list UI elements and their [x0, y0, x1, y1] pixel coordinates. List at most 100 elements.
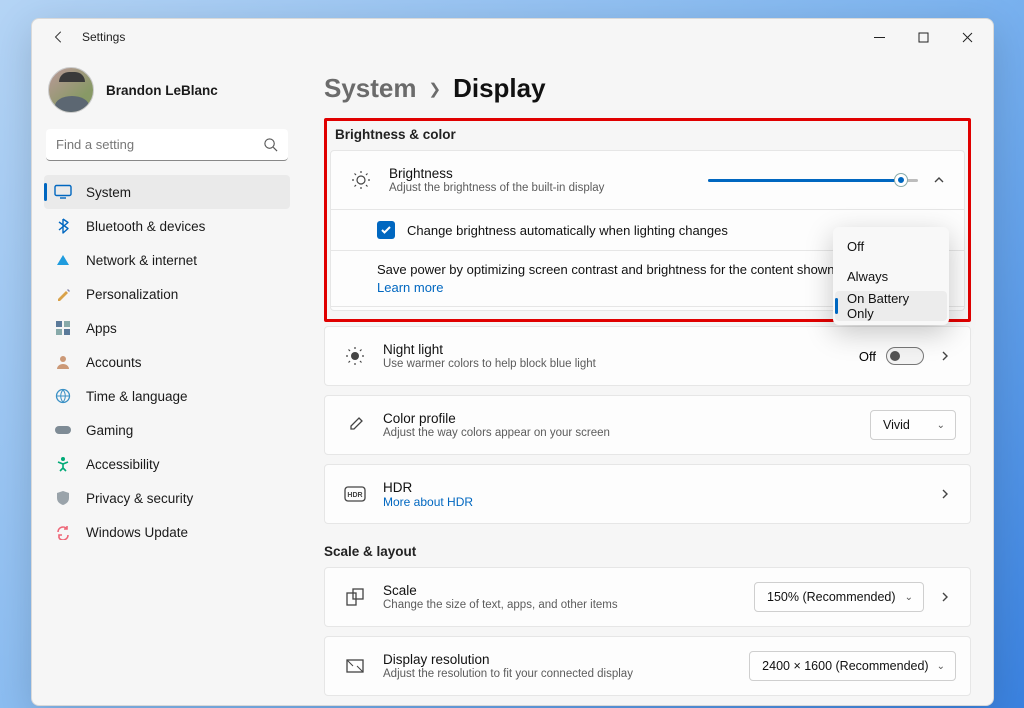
- nav: System Bluetooth & devices Network & int…: [44, 175, 290, 549]
- auto-brightness-label: Change brightness automatically when lig…: [407, 223, 728, 238]
- scale-icon: [341, 587, 369, 607]
- nav-bluetooth[interactable]: Bluetooth & devices: [44, 209, 290, 243]
- hdr-card[interactable]: HDR HDR More about HDR: [324, 464, 971, 524]
- nav-label: Network & internet: [86, 253, 197, 268]
- nav-accessibility[interactable]: Accessibility: [44, 447, 290, 481]
- scale-title: Scale: [383, 583, 740, 598]
- night-light-icon: [341, 345, 369, 367]
- minimize-button[interactable]: [857, 19, 901, 55]
- brightness-title: Brightness: [389, 166, 694, 181]
- apps-icon: [54, 319, 72, 337]
- night-light-title: Night light: [383, 342, 845, 357]
- dropdown-option-off[interactable]: Off: [835, 231, 947, 261]
- breadcrumb-current: Display: [453, 73, 546, 104]
- chevron-down-icon: ⌄: [905, 592, 913, 603]
- nav-update[interactable]: Windows Update: [44, 515, 290, 549]
- night-light-value: Off: [859, 349, 876, 364]
- chevron-down-icon: ⌄: [937, 420, 945, 431]
- back-button[interactable]: [46, 24, 72, 50]
- nav-accounts[interactable]: Accounts: [44, 345, 290, 379]
- color-profile-select[interactable]: Vivid⌄: [870, 410, 956, 440]
- content-adaptive-dropdown: Off Always On Battery Only: [833, 227, 949, 325]
- brightness-slider[interactable]: [708, 171, 918, 189]
- search-icon: [263, 137, 278, 157]
- globe-icon: [54, 387, 72, 405]
- update-icon: [54, 523, 72, 541]
- collapse-button[interactable]: [928, 169, 950, 191]
- hdr-icon: HDR: [341, 486, 369, 502]
- resolution-select[interactable]: 2400 × 1600 (Recommended)⌄: [749, 651, 956, 681]
- nav-label: Gaming: [86, 423, 133, 438]
- network-icon: [54, 251, 72, 269]
- gaming-icon: [54, 421, 72, 439]
- sidebar: Brandon LeBlanc System Bluetooth & devic…: [32, 55, 300, 705]
- nav-apps[interactable]: Apps: [44, 311, 290, 345]
- accounts-icon: [54, 353, 72, 371]
- user-block[interactable]: Brandon LeBlanc: [44, 61, 290, 129]
- avatar: [48, 67, 94, 113]
- close-button[interactable]: [945, 19, 989, 55]
- dropdown-option-always[interactable]: Always: [835, 261, 947, 291]
- content-adaptive-label: Save power by optimizing screen contrast…: [377, 262, 834, 277]
- nav-gaming[interactable]: Gaming: [44, 413, 290, 447]
- search-wrapper: [46, 129, 288, 161]
- eyedropper-icon: [341, 415, 369, 435]
- nav-label: Windows Update: [86, 525, 188, 540]
- content: System ❯ Display Brightness & color Brig…: [300, 55, 993, 705]
- color-profile-desc: Adjust the way colors appear on your scr…: [383, 427, 856, 439]
- app-title: Settings: [82, 30, 125, 44]
- maximize-button[interactable]: [901, 19, 945, 55]
- scale-select[interactable]: 150% (Recommended)⌄: [754, 582, 924, 612]
- nav-time[interactable]: Time & language: [44, 379, 290, 413]
- scale-desc: Change the size of text, apps, and other…: [383, 599, 740, 611]
- night-light-desc: Use warmer colors to help block blue lig…: [383, 358, 845, 370]
- svg-text:HDR: HDR: [347, 492, 362, 499]
- nav-system[interactable]: System: [44, 175, 290, 209]
- chevron-right-icon: ❯: [429, 80, 442, 98]
- resolution-icon: [341, 656, 369, 676]
- shield-icon: [54, 489, 72, 507]
- nav-label: Time & language: [86, 389, 188, 404]
- chevron-down-icon: ⌄: [937, 661, 945, 672]
- nav-privacy[interactable]: Privacy & security: [44, 481, 290, 515]
- color-profile-card[interactable]: Color profile Adjust the way colors appe…: [324, 395, 971, 455]
- search-input[interactable]: [46, 129, 288, 161]
- breadcrumb: System ❯ Display: [324, 73, 971, 104]
- auto-brightness-checkbox[interactable]: [377, 221, 395, 239]
- learn-more-link[interactable]: Learn more: [377, 280, 443, 295]
- nav-label: Accounts: [86, 355, 142, 370]
- scale-card[interactable]: Scale Change the size of text, apps, and…: [324, 567, 971, 627]
- hdr-title: HDR: [383, 480, 920, 495]
- section-scale-heading: Scale & layout: [324, 544, 971, 559]
- brightness-desc: Adjust the brightness of the built-in di…: [389, 182, 694, 194]
- nav-label: Accessibility: [86, 457, 160, 472]
- resolution-title: Display resolution: [383, 652, 735, 667]
- night-light-card[interactable]: Night light Use warmer colors to help bl…: [324, 326, 971, 386]
- color-profile-title: Color profile: [383, 411, 856, 426]
- nav-personalization[interactable]: Personalization: [44, 277, 290, 311]
- chevron-right-icon[interactable]: [934, 483, 956, 505]
- chevron-right-icon[interactable]: [934, 345, 956, 367]
- nav-label: Personalization: [86, 287, 178, 302]
- dropdown-option-battery[interactable]: On Battery Only: [835, 291, 947, 321]
- section-brightness-heading: Brightness & color: [335, 127, 968, 142]
- resolution-card[interactable]: Display resolution Adjust the resolution…: [324, 636, 971, 696]
- brightness-icon: [347, 169, 375, 191]
- bluetooth-icon: [54, 217, 72, 235]
- nav-label: Bluetooth & devices: [86, 219, 205, 234]
- nav-network[interactable]: Network & internet: [44, 243, 290, 277]
- brightness-row[interactable]: Brightness Adjust the brightness of the …: [331, 151, 964, 209]
- accessibility-icon: [54, 455, 72, 473]
- personalization-icon: [54, 285, 72, 303]
- night-light-toggle[interactable]: [886, 347, 924, 365]
- chevron-right-icon[interactable]: [934, 586, 956, 608]
- nav-label: Apps: [86, 321, 117, 336]
- hdr-link[interactable]: More about HDR: [383, 495, 920, 509]
- system-icon: [54, 183, 72, 201]
- titlebar: Settings: [32, 19, 993, 55]
- nav-label: Privacy & security: [86, 491, 193, 506]
- user-name: Brandon LeBlanc: [106, 83, 218, 98]
- breadcrumb-parent[interactable]: System: [324, 73, 417, 104]
- settings-window: Settings Brandon LeBlanc System: [31, 18, 994, 706]
- nav-label: System: [86, 185, 131, 200]
